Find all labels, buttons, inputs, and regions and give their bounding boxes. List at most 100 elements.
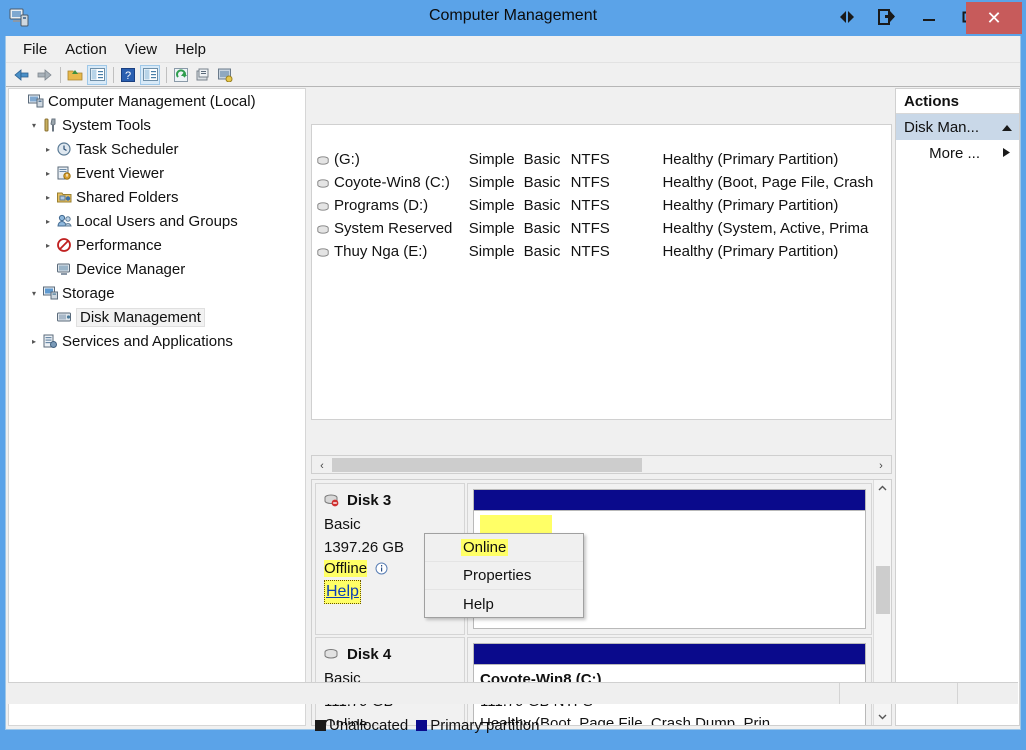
scrollbar-thumb[interactable] [876, 566, 890, 614]
legend-label-unallocated: Unallocated [329, 716, 409, 734]
status-bar [8, 682, 1018, 704]
tree-item-label: Device Manager [76, 260, 186, 278]
disk-state-label-0: Offline [324, 560, 368, 577]
tree-item-label: Local Users and Groups [76, 212, 238, 230]
menu-view[interactable]: View [116, 38, 166, 61]
context-menu-item-properties[interactable]: Properties [425, 562, 583, 590]
twisty-expanded-icon[interactable]: ▾ [27, 121, 41, 130]
tree-item-label: Performance [76, 236, 162, 254]
twisty-collapsed-icon[interactable]: ▸ [41, 169, 55, 178]
properties-icon[interactable] [193, 65, 213, 85]
volume-name-label: Coyote-Win8 (C:) [334, 174, 450, 191]
twisty-collapsed-icon[interactable]: ▸ [27, 337, 41, 346]
toolbar-separator [60, 66, 61, 83]
volume-row[interactable]: (G:) Simple Basic NTFS Healthy (Primary Part… [312, 148, 891, 171]
disk-title-0: Disk 3 [324, 492, 464, 509]
volume-cell-type: Basic [523, 174, 561, 191]
chevron-right-icon[interactable] [1002, 145, 1011, 162]
export-icon[interactable] [872, 0, 902, 34]
disk-icon [324, 648, 340, 661]
volume-row[interactable]: System Reserved Simple Basic NTFS Healthy (S… [312, 217, 891, 240]
volume-cell-status: Healthy (Primary Partition) [662, 151, 839, 168]
services-icon [41, 333, 59, 349]
volume-cell-layout: Simple [468, 174, 515, 191]
volume-cell-type: Basic [523, 151, 561, 168]
twisty-expanded-icon[interactable]: ▾ [27, 289, 41, 298]
menu-action[interactable]: Action [56, 38, 116, 61]
tree-item-device-manager[interactable]: Device Manager [9, 257, 305, 281]
tree-item-local-users-and-groups[interactable]: ▸ Local Users and Groups [9, 209, 305, 233]
tree-item-shared-folders[interactable]: ▸ Shared Folders [9, 185, 305, 209]
computer-management-window: Computer Management ✕ File Action View H… [0, 0, 1026, 750]
menu-file[interactable]: File [14, 38, 56, 61]
rescan-disks-icon[interactable] [215, 65, 235, 85]
system-tools-icon [41, 117, 59, 133]
status-bar-pane-3 [958, 683, 1018, 704]
tree-item-task-scheduler[interactable]: ▸ Task Scheduler [9, 137, 305, 161]
tree-item-event-viewer[interactable]: ▸ Event Viewer [9, 161, 305, 185]
twisty-collapsed-icon[interactable]: ▸ [41, 241, 55, 250]
volume-row[interactable]: Coyote-Win8 (C:) Simple Basic NTFS Healthy (… [312, 171, 891, 194]
back-icon[interactable] [12, 65, 32, 85]
forward-icon[interactable] [34, 65, 54, 85]
tree-item-computer-management-local[interactable]: Computer Management (Local) [9, 89, 305, 113]
volume-row[interactable]: Thuy Nga (E:) Simple Basic NTFS Healthy (Pri… [312, 240, 891, 263]
volume-icon [317, 246, 331, 257]
storage-icon [41, 285, 59, 301]
context-menu-item-online[interactable]: Online [425, 534, 583, 562]
volume-name-label: Thuy Nga (E:) [334, 243, 428, 260]
status-bar-pane-2 [840, 683, 958, 704]
legend-swatch-unallocated [315, 719, 326, 731]
tree-item-system-tools[interactable]: ▾ System Tools [9, 113, 305, 137]
tree-item-label: Shared Folders [76, 188, 179, 206]
actions-item-more[interactable]: More ... [896, 140, 1019, 166]
tree-item-services-and-applications[interactable]: ▸ Services and Applications [9, 329, 305, 353]
volume-list[interactable]: (G:) Simple Basic NTFS Healthy (Primary Part… [311, 124, 892, 420]
scroll-up-icon[interactable] [874, 480, 891, 497]
actions-pane: Actions Disk Man... More ... [895, 88, 1020, 726]
refresh-icon[interactable] [171, 65, 191, 85]
volume-list-horizontal-scrollbar[interactable]: ‹ › [311, 455, 892, 474]
help-icon[interactable]: ? [118, 65, 138, 85]
volume-cell-name: Coyote-Win8 (C:) [312, 174, 464, 191]
disk-help-link-0[interactable]: Help [324, 580, 361, 604]
menu-help[interactable]: Help [166, 38, 215, 61]
disk-name-0: Disk 3 [347, 492, 392, 509]
console-tree[interactable]: Computer Management (Local) ▾ System Tools… [8, 88, 306, 726]
volume-name-label: System Reserved [334, 220, 453, 237]
minimize-button[interactable] [912, 0, 946, 34]
disk-title-1: Disk 4 [324, 646, 464, 663]
tree-item-performance[interactable]: ▸ Performance [9, 233, 305, 257]
show-hide-console-tree-icon[interactable] [87, 64, 107, 85]
scroll-left-icon[interactable]: ‹ [313, 457, 331, 474]
up-folder-icon[interactable] [65, 65, 85, 85]
context-menu-item-help[interactable]: Help [425, 590, 583, 618]
twisty-collapsed-icon[interactable]: ▸ [41, 217, 55, 226]
scrollbar-thumb[interactable] [332, 458, 642, 472]
close-button[interactable]: ✕ [966, 2, 1022, 34]
volume-cell-status: Healthy (Boot, Page File, Crash [662, 174, 874, 191]
volume-row[interactable]: Programs (D:) Simple Basic NTFS Healthy (Pri… [312, 194, 891, 217]
toolbar-separator [113, 66, 114, 83]
twisty-collapsed-icon[interactable]: ▸ [41, 145, 55, 154]
title-bar: Computer Management ✕ [0, 0, 1026, 36]
disk-name-1: Disk 4 [347, 646, 392, 663]
toolbar: ? [6, 63, 1020, 87]
twisty-collapsed-icon[interactable]: ▸ [41, 193, 55, 202]
computer-icon [27, 93, 45, 109]
partition-color-bar [474, 490, 865, 511]
chevron-up-icon[interactable] [1001, 119, 1013, 136]
tree-item-label: Disk Management [76, 307, 205, 327]
volume-cell-layout: Simple [468, 197, 515, 214]
tree-item-storage[interactable]: ▾ Storage [9, 281, 305, 305]
disk-row-0[interactable]: Disk 3 Basic 1397.26 GB Offline Help [315, 483, 872, 635]
scroll-right-icon[interactable]: › [872, 457, 890, 474]
actions-item-disk-management[interactable]: Disk Man... [896, 114, 1019, 140]
restore-down-pane-button[interactable] [832, 0, 862, 34]
tree-item-disk-management[interactable]: Disk Management [9, 305, 305, 329]
volume-cell-layout: Simple [468, 220, 515, 237]
tree-item-label: Task Scheduler [76, 140, 179, 158]
client-area: File Action View Help ? Computer Managem… [5, 36, 1021, 734]
show-hide-action-pane-icon[interactable] [140, 64, 160, 85]
disk-context-menu[interactable]: Online Properties Help [424, 533, 584, 618]
